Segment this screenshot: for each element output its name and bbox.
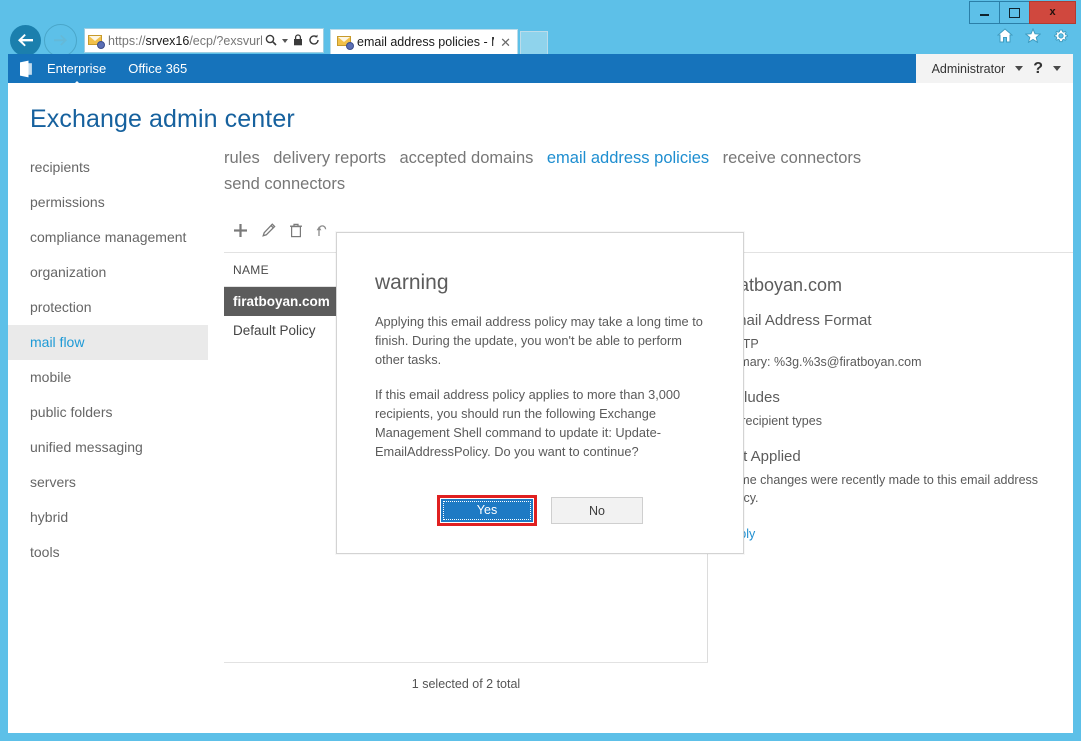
maximize-button[interactable] — [999, 1, 1030, 24]
browser-navigation-row: https://srvex16/ecp/?exsvurl=1& — [6, 23, 1081, 58]
browser-tab[interactable]: email address policies - Mic... ✕ — [330, 28, 518, 55]
yes-button-highlight: Yes — [437, 495, 537, 526]
yes-button[interactable]: Yes — [441, 499, 533, 522]
address-bar-url: https://srvex16/ecp/?exsvurl=1& — [108, 33, 262, 48]
search-icon[interactable] — [265, 34, 277, 48]
new-tab-button[interactable] — [520, 30, 548, 55]
tab-close-icon[interactable]: ✕ — [500, 36, 511, 49]
warning-dialog: warning Applying this email address poli… — [336, 232, 744, 554]
browser-tab-title: email address policies - Mic... — [357, 35, 494, 49]
refresh-icon[interactable] — [308, 34, 320, 48]
address-bar-icons — [262, 33, 320, 48]
site-favicon-icon — [88, 34, 105, 49]
minimize-button[interactable] — [969, 1, 1000, 24]
browser-tabstrip: email address policies - Mic... ✕ — [330, 27, 548, 55]
chevron-down-icon[interactable] — [282, 38, 288, 43]
page-viewport: Enterprise Office 365 Administrator ? Ex… — [8, 54, 1073, 733]
dialog-button-row: Yes No — [337, 495, 743, 526]
dialog-paragraph-1: Applying this email address policy may t… — [375, 314, 703, 367]
window-controls: x — [969, 1, 1076, 24]
dialog-title: warning — [375, 271, 449, 294]
tab-favicon-icon — [337, 35, 354, 50]
lock-icon — [293, 33, 303, 48]
modal-overlay: warning Applying this email address poli… — [8, 54, 1073, 733]
browser-window: x https://srvex16/ecp/?exsvur email addr… — [0, 0, 1081, 741]
dialog-paragraph-2: If this email address policy applies to … — [375, 386, 681, 459]
browser-titlebar: x https://srvex16/ecp/?exsvur email addr… — [0, 0, 1081, 58]
no-button[interactable]: No — [551, 497, 643, 524]
back-arrow-icon[interactable] — [10, 25, 41, 56]
address-bar[interactable]: https://srvex16/ecp/?exsvurl=1& — [84, 28, 324, 53]
close-button[interactable]: x — [1029, 1, 1076, 24]
forward-arrow-icon[interactable] — [44, 24, 77, 57]
